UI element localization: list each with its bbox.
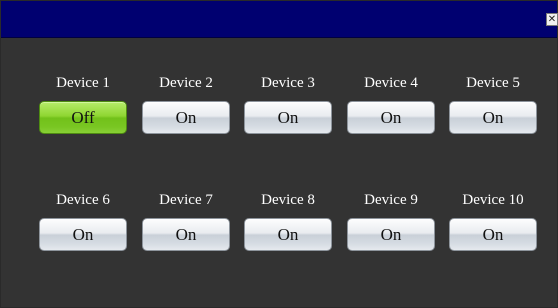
device-10: Device 10 On xyxy=(441,191,545,251)
device-2: Device 2 On xyxy=(134,74,238,134)
device-label: Device 4 xyxy=(364,75,418,91)
device-7: Device 7 On xyxy=(134,191,238,251)
device-1-toggle-button[interactable]: Off xyxy=(39,101,127,134)
device-3: Device 3 On xyxy=(236,74,340,134)
device-9-toggle-button[interactable]: On xyxy=(347,218,435,251)
device-3-toggle-button[interactable]: On xyxy=(244,101,332,134)
device-label: Device 3 xyxy=(261,75,315,91)
device-label: Device 5 xyxy=(466,75,520,91)
device-10-toggle-button[interactable]: On xyxy=(449,218,537,251)
device-label: Device 1 xyxy=(56,75,110,91)
device-8-toggle-button[interactable]: On xyxy=(244,218,332,251)
close-icon[interactable]: ✕ xyxy=(546,13,558,26)
device-6: Device 6 On xyxy=(31,191,135,251)
device-5-toggle-button[interactable]: On xyxy=(449,101,537,134)
title-bar[interactable]: ✕ xyxy=(1,1,558,38)
device-label: Device 2 xyxy=(159,75,213,91)
device-4: Device 4 On xyxy=(339,74,443,134)
device-1: Device 1 Off xyxy=(31,74,135,134)
device-label: Device 9 xyxy=(364,192,418,208)
device-panel: Device 1 Off Device 2 On Device 3 On Dev… xyxy=(1,38,557,307)
device-4-toggle-button[interactable]: On xyxy=(347,101,435,134)
device-control-window: ✕ Device 1 Off Device 2 On Device 3 On D… xyxy=(0,0,558,308)
device-label: Device 10 xyxy=(462,192,524,208)
device-label: Device 7 xyxy=(159,192,213,208)
device-9: Device 9 On xyxy=(339,191,443,251)
device-5: Device 5 On xyxy=(441,74,545,134)
device-label: Device 8 xyxy=(261,192,315,208)
device-label: Device 6 xyxy=(56,192,110,208)
device-2-toggle-button[interactable]: On xyxy=(142,101,230,134)
device-7-toggle-button[interactable]: On xyxy=(142,218,230,251)
device-8: Device 8 On xyxy=(236,191,340,251)
device-6-toggle-button[interactable]: On xyxy=(39,218,127,251)
